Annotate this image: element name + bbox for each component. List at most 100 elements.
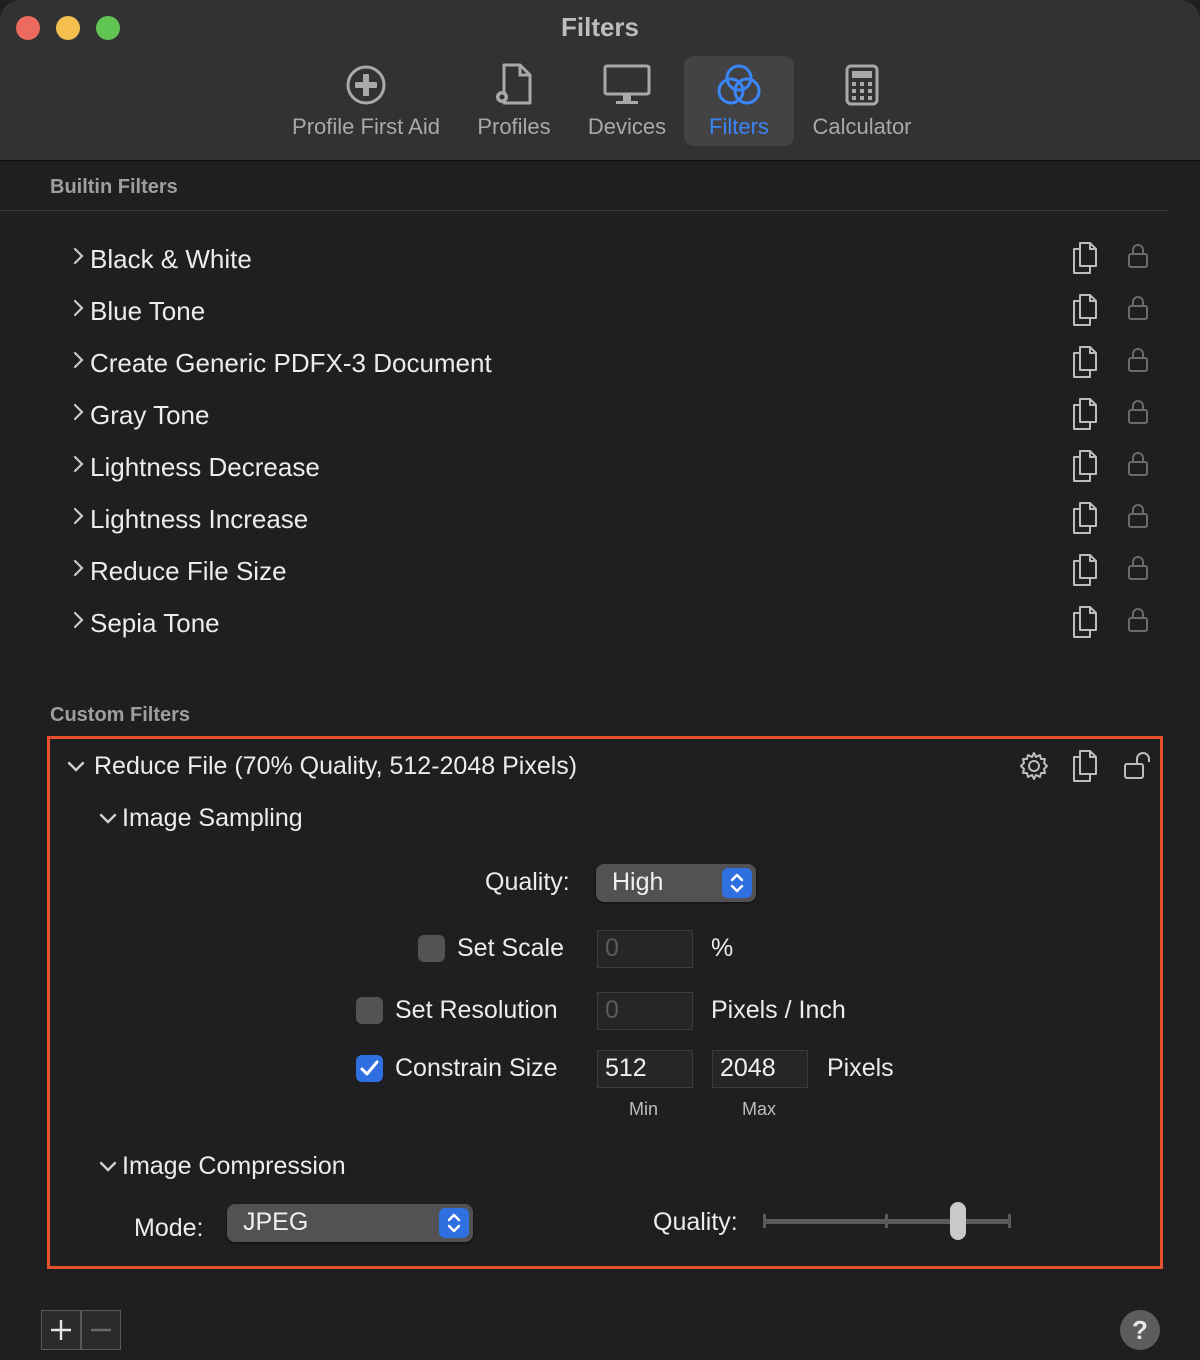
- chevron-right-icon[interactable]: [70, 506, 86, 526]
- max-size-value: 2048: [720, 1054, 776, 1082]
- slider-tick: [885, 1214, 888, 1228]
- quality-popup-value: High: [612, 868, 664, 896]
- mode-popup[interactable]: JPEG: [227, 1204, 473, 1242]
- image-sampling-title: Image Sampling: [122, 804, 303, 832]
- lock-icon: [1126, 502, 1150, 535]
- three-circles-icon: [684, 56, 794, 114]
- lock-icon: [1126, 346, 1150, 379]
- unlocked-icon[interactable]: [1122, 750, 1154, 787]
- builtin-filter-row[interactable]: Blue Tone: [70, 292, 1160, 332]
- min-size-field[interactable]: 512: [597, 1050, 693, 1088]
- tab-label: Profile First Aid: [292, 114, 440, 139]
- window-title: Filters: [560, 12, 640, 42]
- chevron-right-icon[interactable]: [70, 298, 86, 318]
- chevron-right-icon[interactable]: [70, 246, 86, 266]
- tab-profile-first-aid[interactable]: Profile First Aid: [278, 56, 454, 146]
- compression-quality-label: Quality:: [653, 1208, 738, 1236]
- copy-icon[interactable]: [1070, 604, 1102, 645]
- builtin-filter-row[interactable]: Create Generic PDFX-3 Document: [70, 344, 1160, 384]
- chevron-down-icon: [67, 761, 85, 772]
- mode-label: Mode:: [134, 1214, 204, 1242]
- gear-icon[interactable]: [1018, 750, 1050, 787]
- chevron-right-icon[interactable]: [70, 558, 86, 578]
- builtin-filter-row[interactable]: Gray Tone: [70, 396, 1160, 436]
- mode-popup-value: JPEG: [243, 1208, 309, 1236]
- document-gear-icon: [468, 56, 560, 114]
- monitor-icon: [580, 56, 674, 114]
- custom-filter-name: Reduce File (70% Quality, 512-2048 Pixel…: [94, 752, 578, 780]
- tab-label: Profiles: [477, 114, 551, 139]
- plus-circle-icon: [278, 56, 454, 114]
- tab-devices[interactable]: Devices: [580, 56, 674, 146]
- add-filter-button[interactable]: [41, 1310, 81, 1350]
- checkmark-icon: [360, 1060, 379, 1076]
- builtin-filter-row[interactable]: Black & White: [70, 240, 1160, 280]
- plus-icon: [51, 1320, 71, 1340]
- copy-icon[interactable]: [1070, 552, 1102, 593]
- minus-icon: [91, 1328, 111, 1332]
- chevron-right-icon[interactable]: [70, 402, 86, 422]
- size-unit: Pixels: [827, 1054, 894, 1082]
- copy-icon[interactable]: [1070, 396, 1102, 437]
- max-size-field[interactable]: 2048: [712, 1050, 808, 1088]
- chevron-right-icon[interactable]: [70, 350, 86, 370]
- builtin-filters-header: Builtin Filters: [50, 176, 178, 198]
- copy-icon[interactable]: [1070, 240, 1102, 281]
- image-sampling-disclosure[interactable]: [98, 808, 118, 828]
- builtin-filter-name: Lightness Decrease: [90, 452, 320, 482]
- constrain-size-checkbox[interactable]: [356, 1055, 383, 1082]
- remove-filter-button[interactable]: [81, 1310, 121, 1350]
- resolution-field-value: 0: [605, 996, 619, 1024]
- lock-icon: [1126, 294, 1150, 327]
- builtin-filter-row[interactable]: Lightness Increase: [70, 500, 1160, 540]
- copy-icon[interactable]: [1070, 344, 1102, 385]
- quality-slider-thumb[interactable]: [950, 1202, 967, 1240]
- resolution-unit: Pixels / Inch: [711, 996, 846, 1024]
- min-size-value: 512: [605, 1054, 647, 1082]
- set-scale-checkbox[interactable]: [418, 935, 445, 962]
- set-scale-label: Set Scale: [457, 934, 565, 962]
- tab-filters[interactable]: Filters: [684, 56, 794, 146]
- chevron-down-icon: [99, 1161, 117, 1172]
- builtin-filter-name: Create Generic PDFX-3 Document: [90, 348, 492, 378]
- chevron-right-icon[interactable]: [70, 454, 86, 474]
- custom-filter-disclosure[interactable]: [66, 756, 86, 776]
- lock-icon: [1126, 554, 1150, 587]
- copy-icon[interactable]: [1070, 448, 1102, 489]
- builtin-filter-name: Sepia Tone: [90, 608, 220, 638]
- tab-calculator[interactable]: Calculator: [804, 56, 920, 146]
- builtin-filter-name: Blue Tone: [90, 296, 206, 326]
- max-label: Max: [742, 1099, 777, 1119]
- calculator-icon: [804, 56, 920, 114]
- custom-filters-header: Custom Filters: [50, 704, 191, 726]
- copy-icon[interactable]: [1070, 292, 1102, 333]
- copy-icon[interactable]: [1070, 500, 1102, 541]
- builtin-filter-name: Black & White: [90, 244, 252, 274]
- quality-label: Quality:: [485, 868, 570, 896]
- set-resolution-label: Set Resolution: [395, 996, 558, 1024]
- tab-profiles[interactable]: Profiles: [468, 56, 560, 146]
- updown-chevron-icon: [439, 1208, 469, 1238]
- tab-label: Filters: [709, 114, 769, 139]
- builtin-filter-row[interactable]: Sepia Tone: [70, 604, 1160, 644]
- builtin-filter-row[interactable]: Reduce File Size: [70, 552, 1160, 592]
- builtin-filter-row[interactable]: Lightness Decrease: [70, 448, 1160, 488]
- builtin-filter-name: Reduce File Size: [90, 556, 287, 586]
- min-label: Min: [629, 1099, 659, 1119]
- builtin-filter-name: Gray Tone: [90, 400, 210, 430]
- title-bar: Filters Profile First Aid Profiles Devic…: [0, 0, 1200, 161]
- lock-icon: [1126, 606, 1150, 639]
- help-button[interactable]: ?: [1120, 1310, 1160, 1350]
- copy-icon[interactable]: [1070, 748, 1102, 789]
- image-compression-disclosure[interactable]: [98, 1156, 118, 1176]
- chevron-down-icon: [99, 813, 117, 824]
- constrain-size-label: Constrain Size: [395, 1054, 558, 1082]
- resolution-field[interactable]: 0: [597, 992, 693, 1030]
- filters-window: Filters Profile First Aid Profiles Devic…: [0, 0, 1200, 1360]
- set-resolution-checkbox[interactable]: [356, 997, 383, 1024]
- image-compression-title: Image Compression: [122, 1152, 346, 1180]
- lock-icon: [1126, 242, 1150, 275]
- scale-field[interactable]: 0: [597, 930, 693, 968]
- chevron-right-icon[interactable]: [70, 610, 86, 630]
- quality-popup[interactable]: High: [596, 864, 756, 902]
